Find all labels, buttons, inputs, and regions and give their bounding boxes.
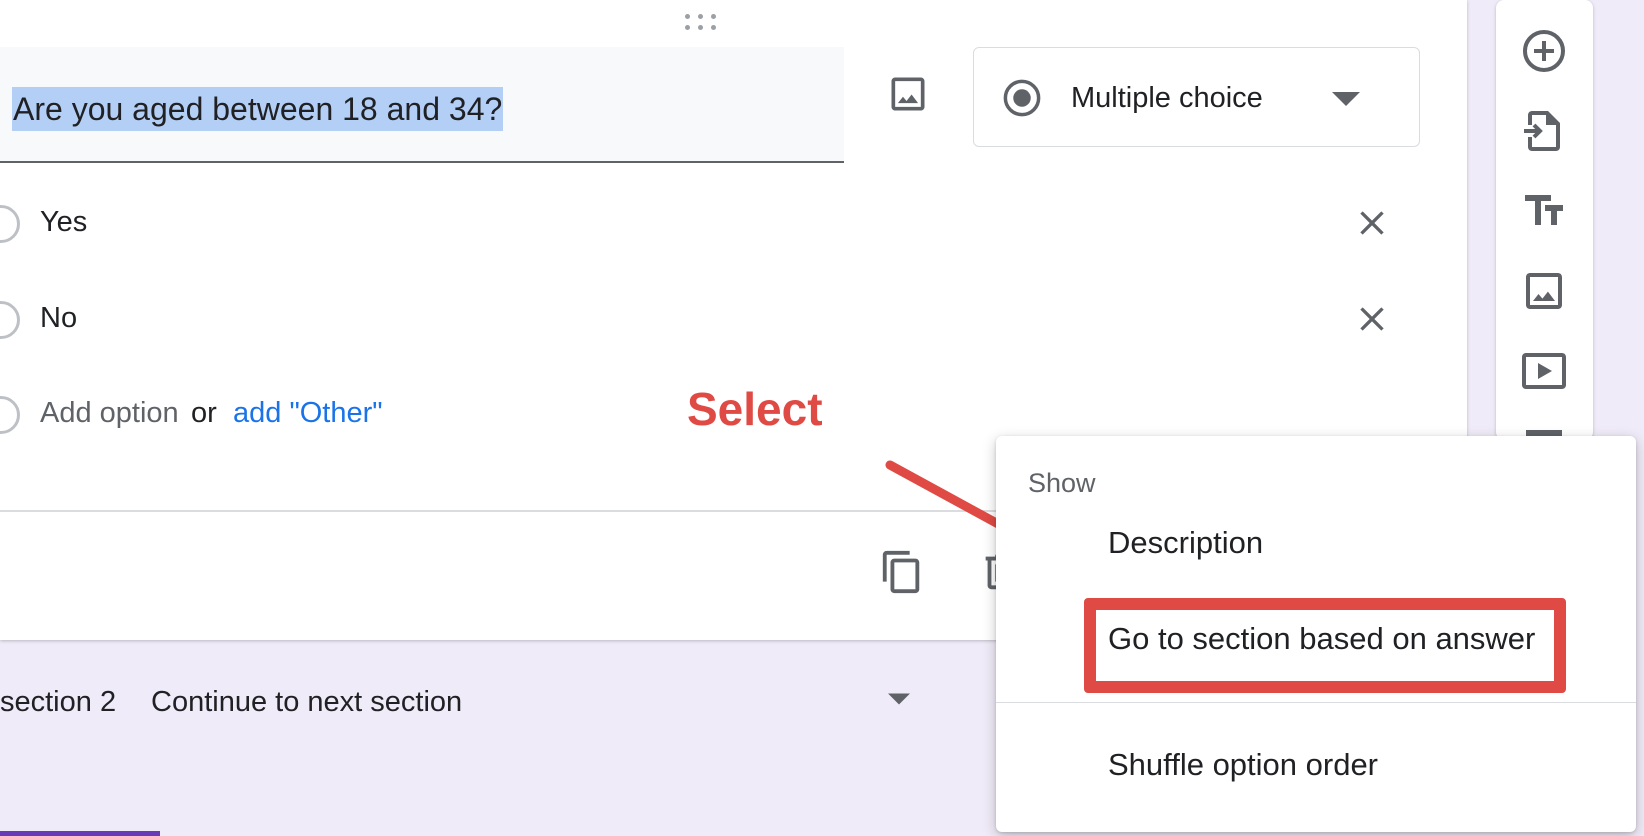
add-video-icon[interactable] (1520, 347, 1568, 395)
question-type-label: Multiple choice (1071, 82, 1263, 114)
question-title-field[interactable]: Are you aged between 18 and 34? (0, 47, 844, 163)
floating-toolbar (1496, 0, 1593, 440)
add-image-icon[interactable] (886, 72, 930, 116)
accent-bar (0, 831, 160, 836)
option-radio-icon (0, 205, 20, 243)
radio-checked-icon (1003, 79, 1041, 117)
drag-handle-icon[interactable] (685, 14, 717, 32)
chevron-down-icon[interactable] (888, 693, 910, 705)
close-icon[interactable] (1352, 299, 1392, 339)
section-nav-select[interactable]: Continue to next section (151, 684, 462, 720)
option-radio-icon (0, 396, 20, 434)
option-label[interactable]: Yes (40, 204, 87, 240)
add-other-link[interactable]: add "Other" (233, 395, 383, 431)
annotation-highlight-box (1084, 598, 1566, 693)
menu-item-shuffle[interactable]: Shuffle option order (1108, 745, 1378, 785)
or-label: or (191, 397, 217, 429)
add-image-icon[interactable] (1520, 267, 1568, 315)
option-radio-icon (0, 301, 20, 339)
annotation-select-label: Select (687, 383, 823, 435)
question-type-select[interactable]: Multiple choice (973, 47, 1420, 147)
menu-divider (996, 702, 1636, 703)
more-options-menu: Show Description Go to section based on … (996, 436, 1636, 832)
menu-header: Show (1028, 468, 1096, 498)
menu-item-description[interactable]: Description (1108, 523, 1263, 563)
chevron-down-icon (1332, 92, 1360, 106)
section-nav-label: section 2 (0, 686, 117, 718)
add-option-link[interactable]: Add option (40, 395, 179, 431)
import-questions-icon[interactable] (1520, 107, 1568, 155)
add-title-icon[interactable] (1520, 187, 1568, 235)
option-label[interactable]: No (40, 300, 77, 336)
question-title-text[interactable]: Are you aged between 18 and 34? (12, 87, 504, 131)
close-icon[interactable] (1352, 203, 1392, 243)
add-question-icon[interactable] (1520, 27, 1568, 75)
